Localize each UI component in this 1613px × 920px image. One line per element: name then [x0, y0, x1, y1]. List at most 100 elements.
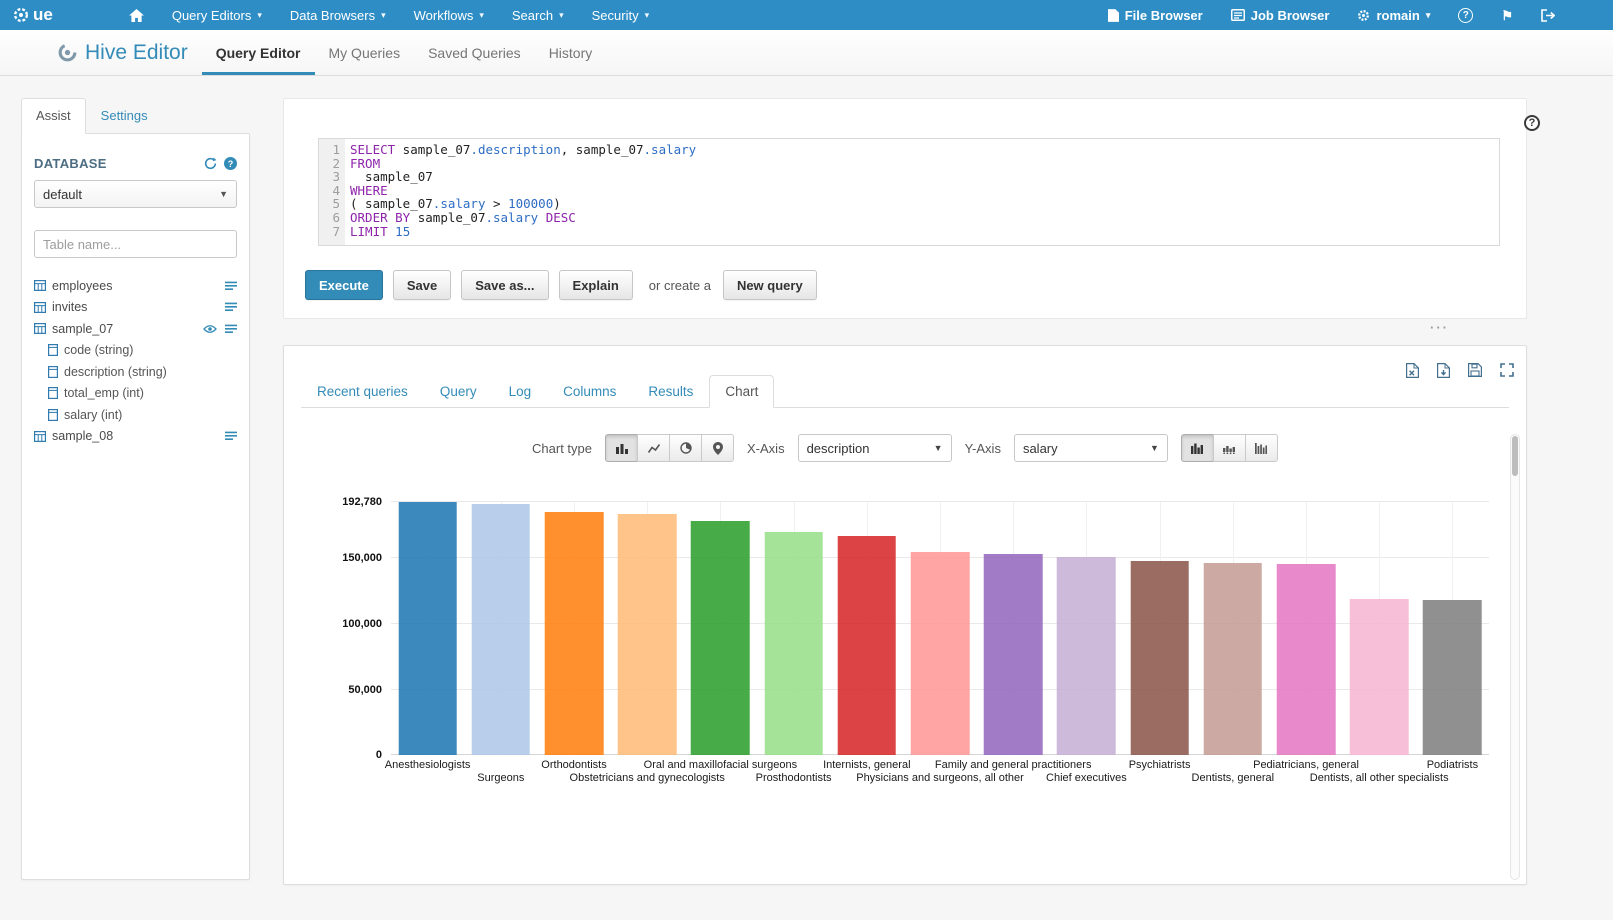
download-results-button[interactable]: [1437, 363, 1450, 378]
save-button[interactable]: Save: [393, 270, 451, 300]
bar[interactable]: [1423, 600, 1482, 755]
nav-menu-security[interactable]: Security ▾: [578, 0, 664, 30]
nav-user-menu[interactable]: romain ▾: [1343, 0, 1444, 30]
bar-slot: [830, 502, 903, 755]
bar[interactable]: [764, 532, 823, 755]
nav-menu-workflows[interactable]: Workflows ▾: [400, 0, 498, 30]
y-tick-label: 50,000: [348, 684, 382, 696]
nav-help-button[interactable]: ?: [1444, 0, 1487, 30]
bar[interactable]: [1204, 563, 1263, 755]
panel-resize-handle[interactable]: ···: [283, 319, 1527, 345]
bar[interactable]: [398, 502, 457, 755]
chart-type-bars-button[interactable]: [605, 434, 638, 462]
browse-data-icon[interactable]: [225, 302, 237, 312]
column-row-salary[interactable]: salary (int): [32, 404, 239, 426]
chart-type-pie-button[interactable]: [669, 434, 702, 462]
column-row-total-emp[interactable]: total_emp (int): [32, 383, 239, 405]
bar[interactable]: [1277, 564, 1336, 755]
bar[interactable]: [838, 536, 897, 756]
bar-slot: [537, 502, 610, 755]
editor-help-icon[interactable]: ?: [1524, 115, 1540, 131]
bar-slot: [977, 502, 1050, 755]
editor-code[interactable]: SELECT sample_07.description, sample_07.…: [345, 139, 1499, 245]
preview-eye-icon[interactable]: [203, 324, 217, 334]
database-help-icon[interactable]: ?: [224, 157, 237, 170]
explain-button[interactable]: Explain: [559, 270, 633, 300]
file-icon: [1108, 9, 1119, 22]
tab-query-editor[interactable]: Query Editor: [202, 30, 315, 75]
tab-recent-queries[interactable]: Recent queries: [301, 375, 424, 408]
tab-results[interactable]: Results: [632, 375, 709, 408]
bar-slot: [1050, 502, 1123, 755]
nav-feedback-button[interactable]: ⚑: [1487, 0, 1527, 30]
table-row-invites[interactable]: invites: [32, 297, 239, 319]
browse-data-icon[interactable]: [225, 431, 237, 441]
bar[interactable]: [472, 504, 531, 755]
chevron-down-icon: ▾: [645, 10, 650, 21]
table-row-employees[interactable]: employees: [32, 275, 239, 297]
save-as-button[interactable]: Save as...: [461, 270, 548, 300]
code-line: FROM: [350, 157, 1499, 171]
bar-slot: [1123, 502, 1196, 755]
new-query-button[interactable]: New query: [723, 270, 817, 300]
database-selected-value: default: [43, 187, 82, 202]
bar[interactable]: [984, 554, 1043, 756]
bar[interactable]: [545, 512, 604, 755]
tab-saved-queries[interactable]: Saved Queries: [414, 30, 535, 75]
scrollbar-thumb[interactable]: [1512, 436, 1518, 476]
tab-query[interactable]: Query: [424, 375, 493, 408]
execute-button[interactable]: Execute: [305, 270, 383, 300]
tab-log[interactable]: Log: [493, 375, 548, 408]
bar[interactable]: [1350, 599, 1409, 755]
database-header: DATABASE ?: [34, 156, 237, 171]
bar[interactable]: [691, 521, 750, 755]
nav-logout-button[interactable]: [1527, 0, 1569, 30]
bar-style-histogram-button[interactable]: [1245, 434, 1278, 462]
table-name: employees: [52, 279, 112, 293]
database-select[interactable]: default ▼: [34, 180, 237, 208]
download-xls-button[interactable]: [1406, 363, 1419, 378]
nav-menu-search[interactable]: Search ▾: [498, 0, 578, 30]
table-row-sample-07[interactable]: sample_07: [32, 318, 239, 340]
bar[interactable]: [618, 514, 677, 755]
chart-type-map-button[interactable]: [701, 434, 734, 462]
table-row-sample-08[interactable]: sample_08: [32, 426, 239, 448]
navbar-right: File Browser Job Browser romain ▾ ? ⚑: [1094, 0, 1613, 30]
browse-data-icon[interactable]: [225, 324, 237, 334]
nav-job-browser[interactable]: Job Browser: [1217, 0, 1344, 30]
results-scrollbar[interactable]: [1510, 434, 1520, 880]
sql-editor[interactable]: 1234567 SELECT sample_07.description, sa…: [318, 138, 1500, 246]
tab-my-queries[interactable]: My Queries: [315, 30, 415, 75]
chart-type-line-button[interactable]: [637, 434, 670, 462]
x-axis-label: Orthodontists: [541, 759, 606, 771]
y-tick-label: 150,000: [342, 552, 382, 564]
assist-panel: Assist Settings DATABASE ? default ▼ emp…: [21, 98, 250, 880]
refresh-icon[interactable]: [204, 157, 217, 170]
results-toolbar: [1406, 363, 1514, 378]
nav-menu-data-browsers[interactable]: Data Browsers ▾: [276, 0, 400, 30]
bar[interactable]: [911, 552, 970, 756]
column-row-description[interactable]: description (string): [32, 361, 239, 383]
column-row-code[interactable]: code (string): [32, 340, 239, 362]
nav-file-browser[interactable]: File Browser: [1094, 0, 1217, 30]
tab-columns[interactable]: Columns: [547, 375, 632, 408]
bar-style-stacked-button[interactable]: [1213, 434, 1246, 462]
tab-chart[interactable]: Chart: [709, 375, 774, 408]
y-axis-select[interactable]: salary ▼: [1014, 434, 1168, 462]
bar-style-grouped-button[interactable]: [1181, 434, 1214, 462]
nav-menu-query-editors[interactable]: Query Editors ▾: [158, 0, 276, 30]
tab-history[interactable]: History: [535, 30, 607, 75]
app-brand: Hive Editor: [57, 30, 188, 75]
fullscreen-results-button[interactable]: [1500, 363, 1514, 378]
bar[interactable]: [1130, 561, 1189, 755]
save-results-button[interactable]: [1468, 363, 1482, 378]
bar[interactable]: [1057, 557, 1116, 756]
tab-assist[interactable]: Assist: [21, 98, 86, 134]
browse-data-icon[interactable]: [225, 281, 237, 291]
x-axis-select[interactable]: description ▼: [798, 434, 952, 462]
table-filter-input[interactable]: [34, 230, 237, 258]
line-number: 2: [319, 157, 340, 171]
tab-settings[interactable]: Settings: [86, 98, 163, 133]
hue-logo[interactable]: ue: [0, 0, 69, 30]
home-button[interactable]: [115, 0, 158, 30]
